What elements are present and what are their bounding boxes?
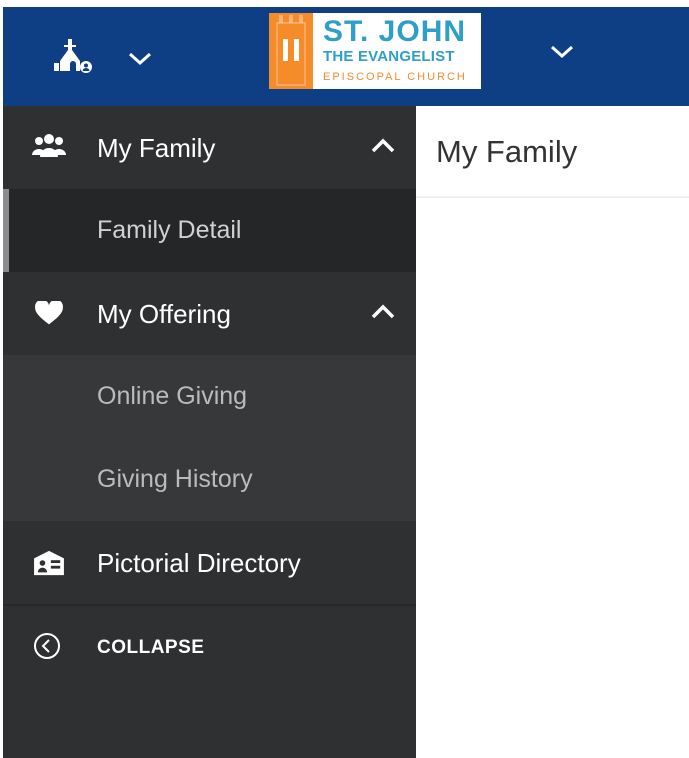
sidebar-item-online-giving[interactable]: Online Giving: [3, 355, 416, 438]
sidebar-item-label: My Family: [97, 133, 216, 163]
collapse-label: COLLAPSE: [97, 637, 205, 658]
church-switcher[interactable]: [50, 37, 160, 77]
collapse-sidebar-button[interactable]: COLLAPSE: [3, 606, 416, 686]
church-logo[interactable]: ST. JOHN THE EVANGELIST EPISCOPAL CHURCH: [269, 13, 481, 89]
logo-line-1: ST. JOHN: [323, 15, 467, 48]
sidebar-item-pictorial-directory[interactable]: Pictorial Directory: [3, 521, 416, 604]
sidebar-item-label: My Offering: [97, 299, 231, 329]
sidebar-subitem-label: Family Detail: [97, 216, 242, 244]
family-icon: [32, 134, 66, 157]
page-title: My Family: [436, 134, 578, 169]
logo-line-3: EPISCOPAL CHURCH: [323, 71, 467, 83]
chevron-down-icon[interactable]: [128, 52, 152, 66]
logo-line-2: THE EVANGELIST: [323, 48, 455, 65]
sidebar-subitem-label: Giving History: [97, 465, 253, 493]
sidebar-item-my-offering[interactable]: My Offering: [3, 272, 416, 355]
top-header-bar: ST. JOHN THE EVANGELIST EPISCOPAL CHURCH: [3, 7, 689, 106]
heart-icon: [35, 301, 63, 325]
sidebar-subitem-label: Online Giving: [97, 382, 248, 410]
chevron-down-icon[interactable]: [550, 45, 574, 59]
church-tower-logo-icon: [269, 13, 313, 89]
content-header: My Family: [416, 106, 689, 198]
sidebar-nav: My Family Family Detail My Offering Onli…: [3, 106, 416, 758]
church-user-icon: [54, 39, 92, 73]
church-logo-text: ST. JOHN THE EVANGELIST EPISCOPAL CHURCH: [313, 13, 481, 89]
sidebar-item-label: Pictorial Directory: [97, 548, 301, 578]
sidebar-item-giving-history[interactable]: Giving History: [3, 438, 416, 521]
chevron-up-icon[interactable]: [371, 138, 395, 154]
sidebar-item-my-family[interactable]: My Family: [3, 106, 416, 189]
chevron-up-icon[interactable]: [371, 304, 395, 320]
chevron-left-circle-icon: [34, 633, 60, 659]
sidebar-item-family-detail[interactable]: Family Detail: [3, 189, 416, 272]
directory-icon: [34, 550, 64, 576]
active-indicator: [3, 189, 9, 272]
